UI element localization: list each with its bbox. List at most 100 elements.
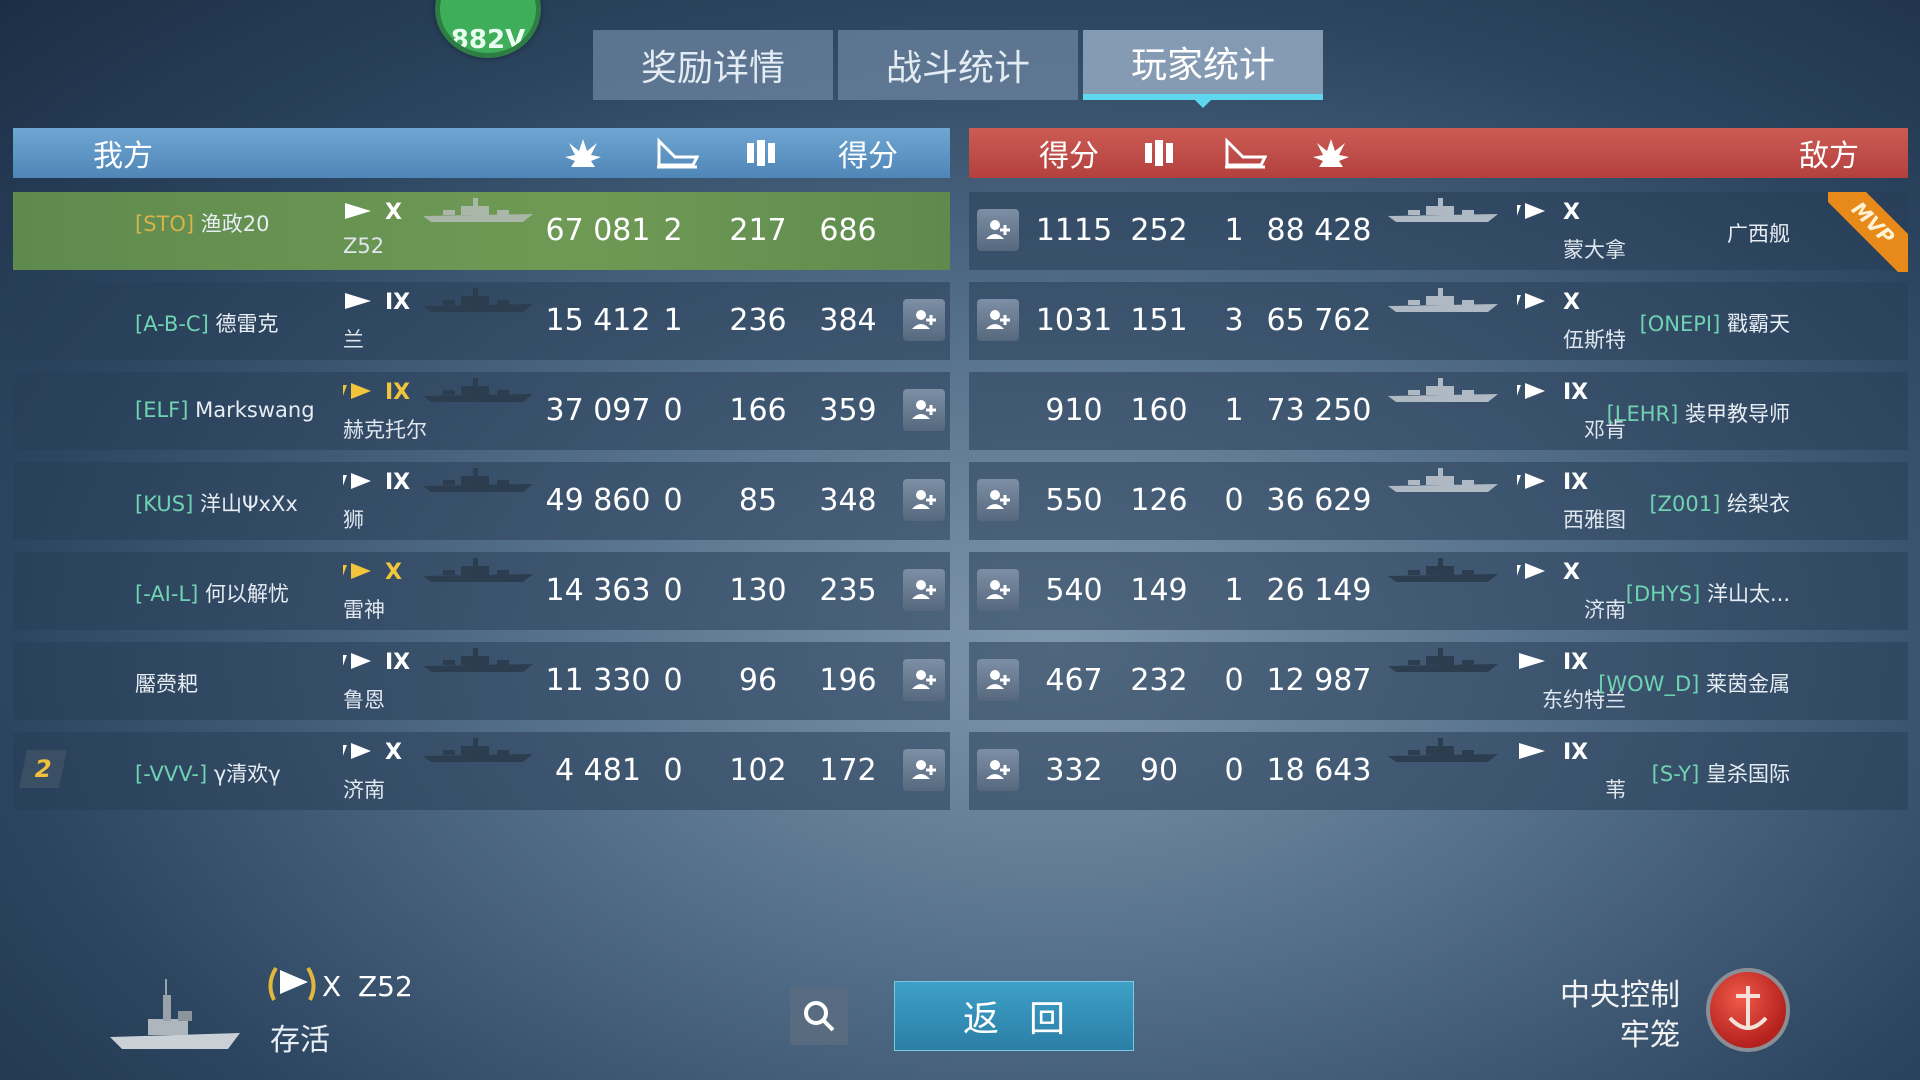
xp-value: 236	[729, 303, 787, 338]
ship-name: 赫克托尔	[343, 418, 427, 442]
xp-value: 96	[738, 663, 778, 698]
ship-silhouette	[423, 198, 533, 222]
add-friend-button[interactable]	[977, 479, 1019, 521]
ship-tier: X	[385, 740, 402, 765]
tab-battle-stats[interactable]: 战斗统计	[838, 30, 1078, 100]
damage-value: 18 643	[1266, 753, 1372, 788]
add-friend-button[interactable]	[903, 389, 945, 431]
add-friend-icon	[986, 220, 1010, 239]
player-nickname: 何以解忧	[205, 582, 290, 606]
damage-value: 26 149	[1266, 573, 1372, 608]
add-friend-button[interactable]	[977, 749, 1019, 791]
xp-value: 252	[1130, 213, 1188, 248]
player-name: [S-Y] 皇杀国际	[1652, 758, 1790, 788]
ship-class-icon	[343, 563, 371, 579]
ship-tier: X	[1563, 200, 1580, 225]
add-friend-button[interactable]	[977, 299, 1019, 341]
xp-value: 149	[1130, 573, 1188, 608]
player-nickname: 装甲教导师	[1685, 402, 1790, 426]
clan-tag: [Z001]	[1649, 492, 1721, 516]
enemy-player-row[interactable]: 467 232 0 12 987 IX 东约特兰 [WOW_D] 莱茵金属	[969, 642, 1908, 720]
add-friend-button[interactable]	[903, 659, 945, 701]
ship-tier: IX	[385, 380, 411, 405]
add-friend-button[interactable]	[903, 479, 945, 521]
add-friend-button[interactable]	[977, 659, 1019, 701]
score-value: 172	[819, 753, 877, 788]
xp-icon	[1145, 140, 1173, 166]
ship-silhouette	[1388, 468, 1498, 492]
ship-class-icon	[343, 473, 371, 489]
ship-name: 狮	[343, 508, 364, 532]
clan-tag: [A-B-C]	[135, 312, 209, 336]
xp-value: 85	[738, 483, 778, 518]
kills-value: 0	[663, 393, 683, 428]
add-friend-icon	[912, 580, 936, 599]
ally-player-row[interactable]: 靨赍耙 IX 鲁恩 11 330 0 96 196	[13, 642, 950, 720]
add-friend-button[interactable]	[903, 299, 945, 341]
add-friend-button[interactable]	[977, 209, 1019, 251]
add-friend-icon	[986, 760, 1010, 779]
player-nickname: 广西舰	[1727, 222, 1790, 246]
add-friend-icon	[986, 310, 1010, 329]
ship-name: 伍斯特	[1563, 328, 1626, 352]
xp-value: 126	[1130, 483, 1188, 518]
add-friend-button[interactable]	[903, 749, 945, 791]
enemy-player-row[interactable]: 1115 252 1 88 428 X 蒙大拿 广西舰 MVP	[969, 192, 1908, 272]
xp-value: 102	[729, 753, 787, 788]
ship-tier: IX	[385, 470, 411, 495]
add-friend-icon	[912, 400, 936, 419]
ship-silhouette	[423, 468, 533, 492]
enemy-player-row[interactable]: 540 149 1 26 149 X 济南 [DHYS] 洋山太...	[969, 552, 1908, 630]
mvp-ribbon: MVP	[1828, 192, 1908, 272]
score-value: 910	[1045, 393, 1103, 428]
enemy-player-row[interactable]: 910 160 1 73 250 IX 邓肯 [LEHR] 装甲教导师	[969, 372, 1908, 450]
kills-value: 0	[663, 573, 683, 608]
ally-player-row[interactable]: 2 [-VVV-] γ清欢γ X 济南 4 481 0 102 172	[13, 732, 950, 810]
ship-name: 苇	[1605, 778, 1626, 802]
ally-player-row[interactable]: [STO] 渔政20 X Z52 67 081 2 217 686	[13, 192, 950, 270]
enemy-player-row[interactable]: 332 90 0 18 643 IX 苇 [S-Y] 皇杀国际	[969, 732, 1908, 810]
player-name: [ONEPI] 戳霸天	[1640, 308, 1790, 338]
back-button[interactable]: 返回	[894, 981, 1134, 1051]
score-value: 332	[1045, 753, 1103, 788]
tab-bar: 奖励详情 战斗统计 玩家统计	[593, 30, 1323, 108]
damage-value: 73 250	[1266, 393, 1372, 428]
ship-silhouette	[1388, 738, 1498, 762]
add-friend-icon	[912, 490, 936, 509]
anchor-emblem-icon	[1706, 968, 1790, 1052]
enemy-player-row[interactable]: 1031 151 3 65 762 X 伍斯特 [ONEPI] 戳霸天	[969, 282, 1908, 360]
damage-value: 65 762	[1266, 303, 1372, 338]
enemy-player-row[interactable]: 550 126 0 36 629 IX 西雅图 [Z001] 绘梨衣	[969, 462, 1908, 540]
ship-class-icon	[1517, 203, 1545, 219]
clan-tag: [STO]	[135, 212, 195, 236]
ship-class-icon	[343, 383, 371, 399]
ship-name: 蒙大拿	[1563, 238, 1626, 262]
xp-value: 151	[1130, 303, 1188, 338]
ally-player-row[interactable]: [A-B-C] 德雷克 IX 兰 15 412 1 236 384	[13, 282, 950, 360]
add-friend-button[interactable]	[977, 569, 1019, 611]
ship-class-icon	[1517, 563, 1545, 579]
player-nickname: γ清欢γ	[213, 762, 281, 786]
score-value: 1115	[1035, 213, 1113, 248]
player-nickname: Markswang	[195, 398, 315, 422]
player-nickname: 绘梨衣	[1727, 492, 1790, 516]
add-friend-icon	[912, 760, 936, 779]
ally-player-row[interactable]: [ELF] Markswang IX 赫克托尔 37 097 0 166 359	[13, 372, 950, 450]
ship-silhouette	[423, 738, 533, 762]
player-name: [STO] 渔政20	[135, 208, 270, 238]
ally-player-row[interactable]: [-AI-L] 何以解忧 X 雷神 14 363 0 130 235	[13, 552, 950, 630]
ship-class-icon	[1519, 653, 1545, 669]
ship-name: 兰	[343, 328, 364, 352]
enemy-score-label: 得分	[1039, 139, 1099, 174]
ship-silhouette	[423, 288, 533, 312]
ship-silhouette	[1388, 288, 1498, 312]
score-value: 348	[819, 483, 877, 518]
ally-player-row[interactable]: [KUS] 洋山ΨxXx IX 狮 49 860 0 85 348	[13, 462, 950, 540]
player-name: 靨赍耙	[135, 668, 198, 698]
search-button[interactable]	[790, 987, 848, 1045]
tab-player-stats[interactable]: 玩家统计	[1083, 30, 1323, 108]
clan-tag: [-VVV-]	[135, 762, 208, 786]
ship-tier: IX	[1563, 470, 1589, 495]
add-friend-button[interactable]	[903, 569, 945, 611]
tab-rewards[interactable]: 奖励详情	[593, 30, 833, 100]
